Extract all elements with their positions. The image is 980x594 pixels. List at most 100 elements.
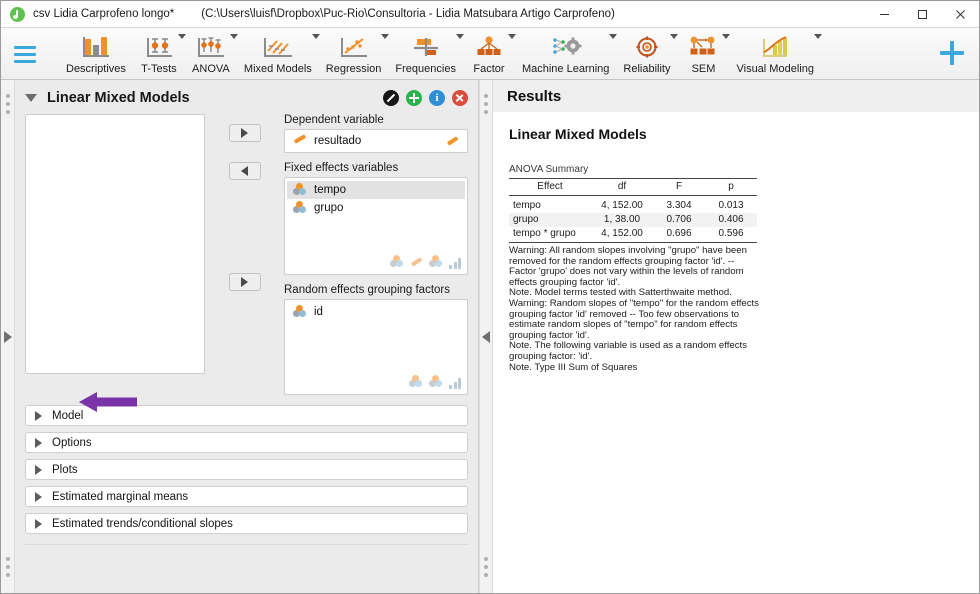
table-row: grupo 1, 38.00 0.706 0.406 bbox=[509, 213, 757, 227]
note-line: grouping factor: 'id'. bbox=[509, 352, 759, 363]
nominal-variable-icon bbox=[293, 183, 307, 197]
random-grouping-label: Random effects grouping factors bbox=[284, 284, 468, 296]
transfer-button-column bbox=[205, 114, 284, 395]
continuous-variable-icon bbox=[410, 256, 423, 269]
window-file-path: (C:\Users\luisf\Dropbox\Puc-Rio\Consulto… bbox=[201, 8, 615, 20]
ribbon-item-machine-learning[interactable]: Machine Learning bbox=[515, 28, 616, 75]
section-estimated-marginal-means[interactable]: Estimated marginal means bbox=[25, 486, 468, 507]
note-line: Warning: All random slopes involving "gr… bbox=[509, 246, 759, 257]
ribbon-item-t-tests[interactable]: T-Tests bbox=[133, 28, 185, 75]
ribbon-item-frequencies[interactable]: Frequencies bbox=[388, 28, 463, 75]
results-notes: Warning: All random slopes involving "gr… bbox=[509, 246, 759, 373]
section-label: Model bbox=[52, 410, 83, 422]
variable-name: id bbox=[314, 306, 323, 318]
assign-dependent-button[interactable] bbox=[229, 124, 261, 142]
ribbon-item-mixed-models[interactable]: Mixed Models bbox=[237, 28, 319, 75]
assign-random-grouping-button[interactable] bbox=[229, 273, 261, 291]
allowed-types-hint bbox=[390, 255, 461, 269]
fixed-effects-label: Fixed effects variables bbox=[284, 162, 468, 174]
options-header: Linear Mixed Models i bbox=[15, 80, 478, 114]
expand-right-arrow-icon[interactable] bbox=[4, 331, 12, 343]
splitter-grip-top[interactable] bbox=[6, 94, 10, 114]
splitter-grip-bottom[interactable] bbox=[484, 557, 488, 577]
table-body: tempo 4, 152.00 3.304 0.013 grupo 1, 38.… bbox=[509, 196, 757, 243]
chevron-right-icon bbox=[35, 465, 42, 475]
close-button[interactable] bbox=[941, 1, 979, 28]
add-icon[interactable] bbox=[406, 90, 422, 106]
table-row: tempo 4, 152.00 3.304 0.013 bbox=[509, 196, 757, 213]
fixed-effects-box[interactable]: tempo grupo bbox=[284, 177, 468, 275]
ribbon-label: Reliability bbox=[623, 63, 670, 75]
jamovi-window: csv Lidia Carprofeno longo* (C:\Users\lu… bbox=[0, 0, 980, 594]
list-item[interactable]: tempo bbox=[287, 181, 465, 199]
cell-df: 4, 152.00 bbox=[591, 196, 653, 213]
assign-fixed-effects-button[interactable] bbox=[229, 162, 261, 180]
random-grouping-box[interactable]: id bbox=[284, 299, 468, 395]
options-actions: i bbox=[383, 90, 468, 106]
cell-df: 4, 152.00 bbox=[591, 227, 653, 243]
info-icon[interactable]: i bbox=[429, 90, 445, 106]
ribbon-item-factor[interactable]: Factor bbox=[463, 28, 515, 75]
continuous-variable-icon bbox=[293, 134, 307, 148]
splitter-grip-bottom[interactable] bbox=[6, 557, 10, 577]
cell-effect: grupo bbox=[509, 213, 591, 227]
ordinal-variable-icon bbox=[449, 258, 461, 269]
left-splitter[interactable] bbox=[1, 80, 15, 593]
chevron-right-icon bbox=[35, 492, 42, 502]
source-variable-list[interactable] bbox=[25, 114, 205, 374]
ribbon-item-reliability[interactable]: Reliability bbox=[616, 28, 677, 75]
table-row: tempo * grupo 4, 152.00 0.696 0.596 bbox=[509, 227, 757, 243]
cell-df: 1, 38.00 bbox=[591, 213, 653, 227]
variable-name: tempo bbox=[314, 184, 346, 196]
results-content[interactable]: Linear Mixed Models ANOVA Summary Effect… bbox=[493, 112, 979, 593]
section-model[interactable]: Model bbox=[25, 405, 468, 426]
hamburger-menu-icon[interactable] bbox=[3, 28, 47, 80]
ribbon-item-regression[interactable]: Regression bbox=[319, 28, 389, 75]
ribbon-label: Mixed Models bbox=[244, 63, 312, 75]
ribbon-item-visual-modeling[interactable]: Visual Modeling bbox=[729, 28, 820, 75]
main-body: Linear Mixed Models i bbox=[1, 80, 979, 593]
nominal-variable-icon bbox=[293, 305, 307, 319]
collapse-left-arrow-icon[interactable] bbox=[482, 331, 490, 343]
note-line: Warning: Random slopes of "tempo" for th… bbox=[509, 299, 759, 310]
ribbon-item-anova[interactable]: ANOVA bbox=[185, 28, 237, 75]
ribbon-label: Factor bbox=[473, 63, 504, 75]
middle-splitter[interactable] bbox=[479, 80, 493, 593]
ribbon-item-descriptives[interactable]: Descriptives bbox=[59, 28, 133, 75]
title-bar: csv Lidia Carprofeno longo* (C:\Users\lu… bbox=[1, 1, 979, 28]
maximize-button[interactable] bbox=[903, 1, 941, 28]
section-label: Estimated trends/conditional slopes bbox=[52, 518, 233, 530]
results-analysis-heading: Linear Mixed Models bbox=[509, 126, 963, 142]
cell-effect: tempo bbox=[509, 196, 591, 213]
chevron-right-icon bbox=[35, 438, 42, 448]
window-title: csv Lidia Carprofeno longo* bbox=[33, 8, 174, 20]
ribbon-item-sem[interactable]: SEM bbox=[677, 28, 729, 75]
chevron-down-icon[interactable] bbox=[25, 94, 37, 102]
note-line: Note. Type III Sum of Squares bbox=[509, 363, 759, 374]
plus-icon[interactable] bbox=[939, 40, 965, 66]
spacer bbox=[284, 153, 468, 162]
dependent-variable-box[interactable]: resultado bbox=[284, 129, 468, 153]
cell-f: 0.706 bbox=[653, 213, 705, 227]
options-panel-footer bbox=[25, 544, 468, 593]
nominal-variable-icon bbox=[390, 255, 404, 269]
analysis-title: Linear Mixed Models bbox=[47, 90, 190, 106]
results-panel: Results Linear Mixed Models ANOVA Summar… bbox=[493, 80, 979, 593]
window-controls bbox=[865, 1, 979, 28]
ban-icon[interactable] bbox=[383, 90, 399, 106]
close-icon[interactable] bbox=[452, 90, 468, 106]
chevron-down-icon[interactable] bbox=[814, 34, 822, 39]
list-item[interactable]: id bbox=[287, 303, 465, 321]
section-estimated-trends[interactable]: Estimated trends/conditional slopes bbox=[25, 513, 468, 534]
splitter-grip-top[interactable] bbox=[484, 94, 488, 114]
section-options[interactable]: Options bbox=[25, 432, 468, 453]
ribbon-label: Visual Modeling bbox=[736, 63, 813, 75]
cell-f: 0.696 bbox=[653, 227, 705, 243]
list-item[interactable]: grupo bbox=[287, 199, 465, 217]
ribbon-label: Machine Learning bbox=[522, 63, 609, 75]
dependent-variable-item[interactable]: resultado bbox=[287, 132, 367, 150]
minimize-button[interactable] bbox=[865, 1, 903, 28]
cell-p: 0.596 bbox=[705, 227, 757, 243]
section-label: Options bbox=[52, 437, 92, 449]
section-plots[interactable]: Plots bbox=[25, 459, 468, 480]
